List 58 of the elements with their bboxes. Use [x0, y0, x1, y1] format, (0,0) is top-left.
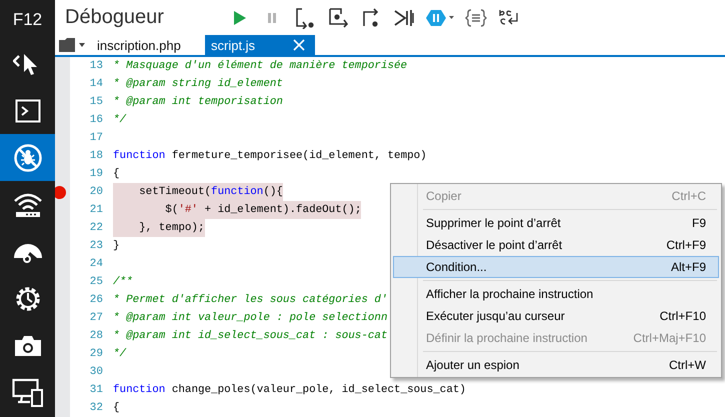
console-icon: [14, 98, 40, 122]
line-number: 28: [88, 330, 103, 342]
menu-item[interactable]: Ajouter un espion Ctrl+W: [393, 354, 719, 376]
gear-clock-icon: [14, 284, 42, 312]
menu-item[interactable]: Supprimer le point d’arrêt F9: [393, 212, 719, 234]
menu-item[interactable]: Condition... Alt+F9: [393, 256, 719, 278]
code-line: {: [113, 401, 120, 416]
menu-item[interactable]: Désactiver le point d’arrêt Ctrl+F9: [393, 234, 719, 256]
line-number: 17: [88, 132, 103, 144]
line-number: 19: [88, 168, 103, 180]
line-number: 31: [88, 384, 103, 396]
line-number: 32: [88, 402, 103, 414]
code-line: }: [113, 239, 120, 254]
breakpoint-dot[interactable]: [55, 186, 66, 199]
wifi-router-icon: [12, 190, 42, 218]
line-number: 18: [88, 150, 103, 162]
menu-item[interactable]: Exécuter jusqu’au curseur Ctrl+F10: [393, 305, 719, 327]
line-number: 22: [88, 222, 103, 234]
folder-caret-icon: [58, 37, 86, 53]
line-number: 20: [88, 186, 103, 198]
code-line: */: [113, 347, 126, 362]
gutter-margin[interactable]: [55, 183, 70, 201]
code-line: * @param string id_element: [113, 77, 283, 92]
sidebar-debugger-tab[interactable]: [0, 134, 55, 181]
line-number: 25: [88, 276, 103, 288]
code-line: * Permet d'afficher les sous catégories d': [113, 293, 388, 308]
line-number: 29: [88, 348, 103, 360]
code-line: /**: [113, 275, 133, 290]
step-into-icon: [294, 6, 316, 28]
code-line: * @param int valeur_pole : pole selectionn: [113, 311, 388, 326]
line-number: 24: [88, 258, 103, 270]
line-number: 14: [88, 78, 103, 90]
code-line: * @param int temporisation: [113, 95, 283, 110]
debugger-title: Débogueur: [65, 6, 165, 29]
code-line: function fermeture_temporisee(id_element, tempo): [113, 149, 427, 164]
close-icon[interactable]: [293, 39, 305, 51]
bug-slash-icon: [12, 142, 42, 172]
code-line: * @param int id_select_sous_cat : sous-cat: [113, 329, 388, 344]
camera-icon: [14, 334, 42, 358]
braces-icon: [465, 6, 487, 28]
line-number: 13: [88, 60, 103, 72]
line-number: 21: [88, 204, 103, 216]
monitor-phone-icon: [12, 378, 44, 408]
menu-item[interactable]: Afficher la prochaine instruction: [393, 283, 719, 305]
code-line: {: [113, 167, 120, 182]
line-number: 26: [88, 294, 103, 306]
file-tab[interactable]: script.js: [205, 35, 315, 55]
line-number: 15: [88, 96, 103, 108]
step-over-icon: [327, 6, 349, 28]
code-line: */: [113, 113, 126, 128]
file-tab[interactable]: inscription.php: [91, 35, 205, 55]
line-number: 30: [88, 366, 103, 378]
line-number: 23: [88, 240, 103, 252]
line-number: 16: [88, 114, 103, 126]
line-number: 27: [88, 312, 103, 324]
code-line: function change_poles(valeur_pole, id_select_sous_cat): [113, 383, 466, 398]
code-line: * Masquage d'un élément de manière temporisée: [113, 59, 408, 74]
f12-label: F12: [12, 9, 44, 31]
